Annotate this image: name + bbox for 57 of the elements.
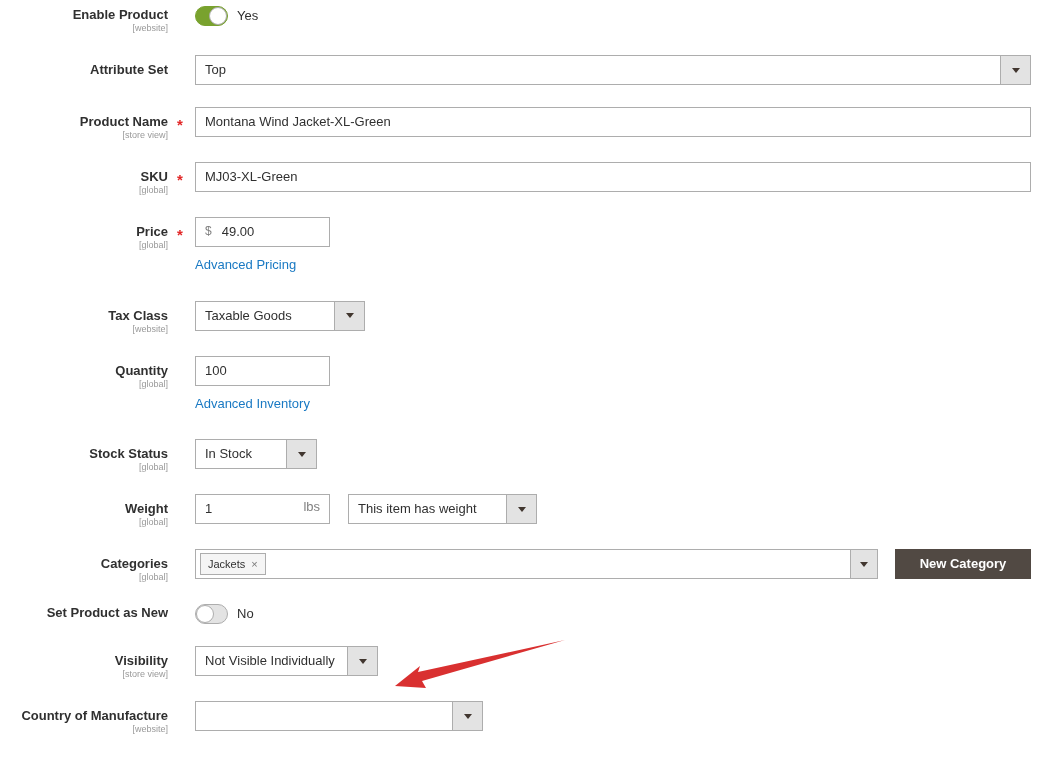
advanced-link[interactable]: Advanced Inventory [195, 393, 330, 413]
toggle-label: Yes [237, 7, 259, 26]
scope-label: [store view] [122, 130, 168, 140]
scope-label: [global] [138, 240, 168, 250]
field-label: Tax Class [108, 307, 168, 324]
multiselect-field[interactable]: Jackets × [195, 549, 878, 579]
currency-symbol: $ [205, 222, 212, 240]
input-field[interactable]: $ 49.00 [195, 217, 330, 247]
caret-icon [517, 506, 526, 512]
field-label: Quantity [115, 362, 168, 379]
field-label: Attribute Set [90, 62, 168, 78]
input-field[interactable]: 100 [195, 355, 330, 386]
remove-icon[interactable]: × [251, 555, 258, 573]
dropdown[interactable]: Taxable Goods [195, 300, 365, 331]
toggle-switch[interactable] [195, 6, 228, 26]
scope-label: [global] [138, 572, 168, 582]
field-label: Visibility [114, 653, 168, 669]
category-tag[interactable]: Jackets × [200, 553, 266, 575]
caret-icon [860, 561, 868, 567]
dropdown[interactable]: Top [195, 55, 1031, 85]
scope-label: [website] [132, 23, 168, 33]
field-label: Price [136, 224, 168, 240]
required-asterisk: * [177, 171, 183, 188]
field-label: Product Name [79, 114, 168, 130]
required-asterisk: * [177, 226, 183, 243]
field-label: Weight [124, 501, 168, 517]
scope-label: [website] [132, 724, 168, 734]
dropdown[interactable]: This item has weight [348, 494, 537, 524]
caret-icon [345, 313, 354, 318]
scope-label: [global] [138, 185, 168, 195]
field-label: Stock Status [89, 446, 168, 462]
caret-icon [297, 451, 306, 457]
input-field[interactable]: MJ03-XL-Green [195, 162, 1031, 192]
new-category-button[interactable]: New Category [895, 549, 1031, 579]
field-label: Set Product as New [46, 605, 168, 621]
scope-label: [website] [132, 323, 168, 334]
caret-icon [358, 658, 367, 664]
scope-label: [global] [138, 462, 168, 472]
caret-icon [1011, 67, 1020, 73]
caret-icon [463, 713, 472, 719]
scope-label: [store view] [122, 669, 168, 679]
field-label: Country of Manufacture [21, 708, 168, 724]
field-label: Categories [100, 556, 168, 572]
toggle-label: No [237, 605, 254, 624]
field-label: Enable Product [72, 7, 168, 23]
field-label: SKU [140, 169, 168, 185]
dropdown[interactable]: Not Visible Individually [195, 646, 378, 676]
scope-label: [global] [138, 517, 168, 527]
input-field[interactable]: 1 lbs [195, 494, 330, 524]
required-asterisk: * [177, 116, 183, 133]
dropdown[interactable]: In Stock [195, 439, 317, 469]
toggle-switch[interactable] [195, 604, 228, 624]
unit-label: lbs [303, 497, 320, 516]
dropdown[interactable] [195, 701, 483, 731]
input-field[interactable]: Montana Wind Jacket-XL-Green [195, 107, 1031, 137]
scope-label: [global] [138, 378, 168, 389]
advanced-link[interactable]: Advanced Pricing [195, 255, 330, 275]
